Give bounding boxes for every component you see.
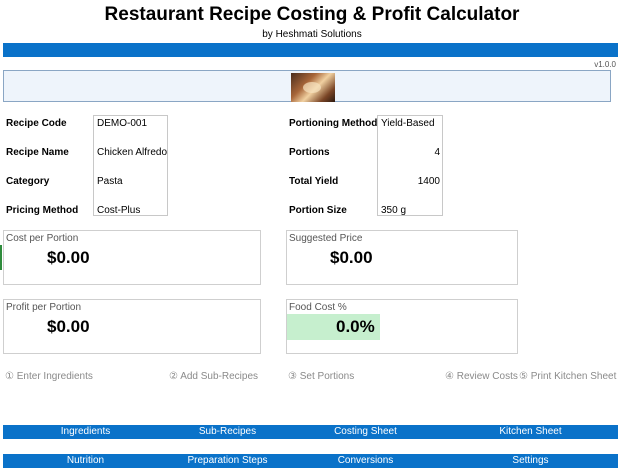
portions-field[interactable]: 4 [378, 147, 443, 158]
food-cost-label: Food Cost % [289, 302, 347, 313]
category-field[interactable]: Pasta [94, 176, 123, 187]
profit-per-portion-label: Profit per Portion [6, 302, 82, 313]
recipe-values-box [93, 115, 168, 216]
nav-preparation-steps-button[interactable]: Preparation Steps [165, 454, 290, 468]
profit-per-portion-value: $0.00 [47, 317, 90, 336]
nav-nutrition-button[interactable]: Nutrition [23, 454, 148, 468]
nav-settings-button[interactable]: Settings [468, 454, 593, 468]
step-review-costs: ④ Review Costs [445, 371, 518, 382]
step-print-kitchen-sheet: ⑤ Print Kitchen Sheet [519, 371, 617, 382]
step-add-sub-recipes: ② Add Sub-Recipes [169, 371, 259, 382]
recipe-name-field[interactable]: Chicken Alfredo [94, 147, 167, 158]
portioning-method-label: Portioning Method [289, 118, 378, 129]
version-label: v1.0.0 [594, 60, 616, 69]
nav-ingredients-button[interactable]: Ingredients [23, 425, 148, 439]
step-enter-ingredients: ① Enter Ingredients [5, 371, 93, 382]
suggested-price-value: $0.00 [330, 248, 373, 267]
recipe-code-label: Recipe Code [6, 118, 67, 129]
page-title: Restaurant Recipe Costing & Profit Calcu… [104, 4, 520, 25]
header-band [3, 43, 618, 57]
food-photo-logo-icon [291, 73, 335, 102]
cost-per-portion-value: $0.00 [47, 248, 90, 267]
portion-size-label: Portion Size [289, 205, 347, 216]
nav-sub-recipes-button[interactable]: Sub-Recipes [165, 425, 290, 439]
food-cost-value: 0.0% [336, 317, 375, 336]
step-set-portions: ③ Set Portions [288, 371, 355, 382]
cost-per-portion-label: Cost per Portion [6, 233, 79, 244]
recipe-code-field[interactable]: DEMO-001 [94, 118, 147, 129]
nav-conversions-button[interactable]: Conversions [303, 454, 428, 468]
nav-costing-sheet-button[interactable]: Costing Sheet [303, 425, 428, 439]
logo-banner [3, 70, 611, 102]
portion-size-field[interactable]: 350 g [378, 205, 406, 216]
portioning-values-box [377, 115, 443, 216]
suggested-price-card: Suggested Price $0.00 [286, 230, 518, 285]
page-subtitle: by Heshmati Solutions [262, 29, 362, 40]
suggested-price-label: Suggested Price [289, 233, 363, 244]
profit-per-portion-card: Profit per Portion $0.00 [3, 299, 261, 354]
total-yield-field[interactable]: 1400 [378, 176, 443, 187]
portioning-method-field[interactable]: Yield-Based [378, 118, 435, 129]
nav-kitchen-sheet-button[interactable]: Kitchen Sheet [468, 425, 593, 439]
cost-per-portion-card: Cost per Portion $0.00 [3, 230, 261, 285]
category-label: Category [6, 176, 50, 187]
nav-bar-primary: Ingredients Sub-Recipes Costing Sheet Ki… [3, 425, 618, 439]
recipe-name-label: Recipe Name [6, 147, 69, 158]
nav-bar-secondary: Nutrition Preparation Steps Conversions … [3, 454, 618, 468]
portions-label: Portions [289, 147, 330, 158]
selection-marker [0, 245, 2, 270]
pricing-method-field[interactable]: Cost-Plus [94, 205, 140, 216]
food-cost-card: Food Cost % 0.0% [286, 299, 518, 354]
pricing-method-label: Pricing Method [6, 205, 79, 216]
total-yield-label: Total Yield [289, 176, 339, 187]
